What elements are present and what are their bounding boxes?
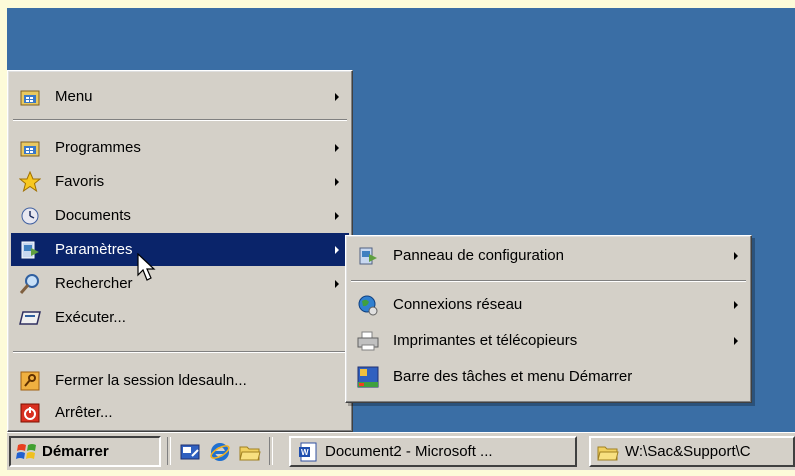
submenu-item-label: Barre des tâches et menu Démarrer <box>393 368 633 385</box>
submenu-item-control-panel[interactable]: Panneau de configuration <box>349 239 748 272</box>
documents-icon <box>19 205 41 227</box>
taskbar: Démarrer W Document2 - Microsoft ... W:\… <box>7 432 795 470</box>
start-menu-item-settings[interactable]: Paramètres <box>11 233 349 266</box>
start-menu-item-menu[interactable]: Menu <box>11 80 349 113</box>
submenu-arrow-icon <box>335 211 339 220</box>
taskbar-button-explorer-window[interactable]: W:\Sac&Support\C <box>589 436 795 467</box>
submenu-item-printers[interactable]: Imprimantes et télécopieurs <box>349 324 748 357</box>
taskbar-separator <box>269 437 273 465</box>
favorites-star-icon <box>19 170 41 193</box>
start-menu-item-label: Favoris <box>55 173 105 190</box>
submenu-item-label: Imprimantes et télécopieurs <box>393 332 578 349</box>
submenu-arrow-icon <box>734 251 738 260</box>
submenu-item-network[interactable]: Connexions réseau <box>349 288 748 321</box>
network-globe-icon <box>357 294 379 316</box>
start-button[interactable]: Démarrer <box>9 436 161 467</box>
taskbar-button-label: Document2 - Microsoft ... <box>325 443 493 460</box>
submenu-arrow-icon <box>734 300 738 309</box>
taskbar-icon <box>357 366 379 388</box>
word-document-icon: W <box>297 441 319 463</box>
start-menu-item-label: Exécuter... <box>55 309 126 326</box>
menu-separator <box>351 280 746 282</box>
start-menu-item-shutdown[interactable]: Arrêter... <box>11 396 349 429</box>
submenu-item-label: Connexions réseau <box>393 296 523 313</box>
start-menu-item-label: Fermer la session ldesauln... <box>55 372 247 389</box>
start-menu-item-search[interactable]: Rechercher <box>11 267 349 300</box>
submenu-item-label: Panneau de configuration <box>393 247 564 264</box>
start-menu-item-logoff[interactable]: Fermer la session ldesauln... <box>11 364 349 397</box>
start-menu-item-label: Arrêter... <box>55 404 113 421</box>
explorer-folder-icon <box>597 441 619 463</box>
start-menu-item-documents[interactable]: Documents <box>11 199 349 232</box>
taskbar-button-word-document[interactable]: W Document2 - Microsoft ... <box>289 436 577 467</box>
programs-icon <box>19 137 41 159</box>
submenu-arrow-icon <box>734 336 738 345</box>
menu-separator <box>13 119 347 121</box>
submenu-arrow-icon <box>335 279 339 288</box>
settings-submenu: Panneau de configuration Connexions rése… <box>345 235 752 403</box>
search-magnifier-icon <box>19 273 41 295</box>
start-menu-item-label: Menu <box>55 88 93 105</box>
desktop-icon[interactable] <box>179 441 201 463</box>
shutdown-icon <box>19 402 41 424</box>
control-panel-icon <box>357 245 379 267</box>
start-button-label: Démarrer <box>42 443 109 460</box>
menu-folder-icon <box>19 86 41 108</box>
taskbar-button-label: W:\Sac&Support\C <box>625 443 751 460</box>
windows-logo-icon <box>16 442 38 462</box>
settings-icon <box>19 239 41 261</box>
submenu-arrow-icon <box>335 92 339 101</box>
logoff-key-icon <box>19 370 41 392</box>
submenu-arrow-icon <box>335 143 339 152</box>
start-menu-item-label: Rechercher <box>55 275 133 292</box>
mouse-cursor-icon <box>137 253 156 281</box>
explorer-folder-icon[interactable] <box>239 441 261 463</box>
run-icon <box>19 307 41 329</box>
start-menu-item-run[interactable]: Exécuter... <box>11 301 349 334</box>
start-menu-item-label: Documents <box>55 207 131 224</box>
internet-explorer-icon[interactable] <box>209 441 231 463</box>
start-menu-item-programs[interactable]: Programmes <box>11 131 349 164</box>
start-menu: Menu Programmes Favoris Documents Paramè… <box>7 70 353 432</box>
start-menu-item-label: Programmes <box>55 139 141 156</box>
start-menu-item-favorites[interactable]: Favoris <box>11 165 349 198</box>
submenu-arrow-icon <box>335 245 339 254</box>
menu-separator <box>13 351 347 353</box>
taskbar-separator <box>167 437 171 465</box>
printer-icon <box>357 330 379 352</box>
svg-text:W: W <box>301 448 309 457</box>
submenu-arrow-icon <box>335 177 339 186</box>
submenu-item-taskbar-settings[interactable]: Barre des tâches et menu Démarrer <box>349 360 748 393</box>
start-menu-item-label: Paramètres <box>55 241 133 258</box>
